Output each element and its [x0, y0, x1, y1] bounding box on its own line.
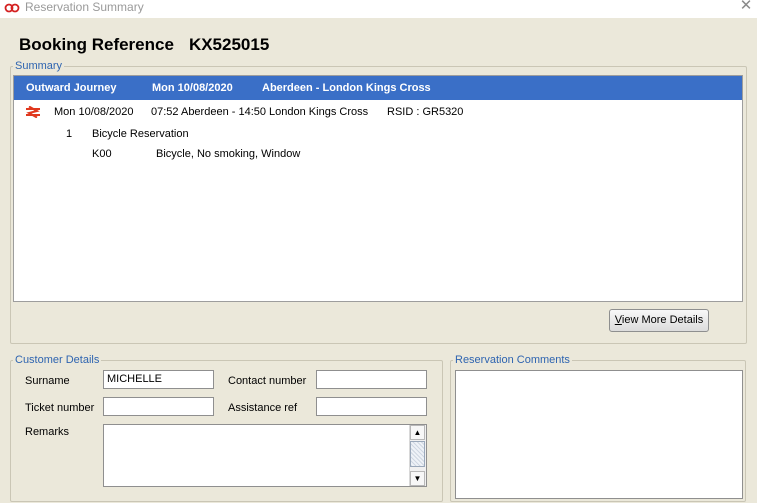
journey-header-row[interactable]: Outward Journey Mon 10/08/2020 Aberdeen … — [14, 76, 742, 100]
scroll-up-arrow-icon[interactable]: ▲ — [410, 425, 425, 440]
contact-number-label: Contact number — [228, 375, 307, 387]
journey-header-date: Mon 10/08/2020 — [152, 82, 233, 94]
view-more-label: iew More Details — [621, 314, 704, 326]
surname-field[interactable]: MICHELLE — [103, 370, 214, 389]
reservation-details: Bicycle, No smoking, Window — [156, 148, 301, 160]
national-rail-icon — [26, 106, 40, 118]
journey-times: 07:52 Aberdeen - 14:50 London Kings Cros… — [151, 106, 369, 118]
title-bar: Reservation Summary ✕ — [0, 0, 757, 18]
booking-reference-label: Booking Reference — [19, 35, 174, 54]
scroll-thumb[interactable] — [410, 441, 425, 467]
reservation-type: Bicycle Reservation — [92, 128, 189, 140]
summary-legend: Summary — [15, 60, 63, 72]
app-logo-icon — [4, 3, 20, 13]
assistance-ref-field[interactable] — [316, 397, 427, 416]
reservation-comments-textarea[interactable] — [455, 370, 743, 499]
journey-type: Outward Journey — [26, 82, 117, 94]
assistance-ref-label: Assistance ref — [228, 402, 298, 414]
view-more-details-button[interactable]: View More Details — [609, 309, 709, 332]
remarks-scrollbar[interactable]: ▲ ▼ — [409, 425, 426, 486]
ticket-number-label: Ticket number — [25, 402, 95, 414]
journey-header-route: Aberdeen - London Kings Cross — [262, 82, 431, 94]
reservation-count: 1 — [66, 128, 73, 140]
customer-details-legend: Customer Details — [15, 354, 100, 366]
view-more-mnemonic: V — [614, 314, 622, 326]
remarks-label: Remarks — [25, 426, 70, 438]
reservation-comments-legend: Reservation Comments — [455, 354, 570, 366]
close-button[interactable]: ✕ — [737, 0, 755, 15]
journey-rsid: RSID : GR5320 — [387, 106, 464, 118]
surname-label: Surname — [25, 375, 70, 387]
contact-number-field[interactable] — [316, 370, 427, 389]
window-title: Reservation Summary — [25, 0, 144, 14]
booking-heading: Booking Reference KX525015 — [19, 35, 269, 55]
ticket-number-field[interactable] — [103, 397, 214, 416]
reservation-code: K00 — [92, 148, 112, 160]
scroll-down-arrow-icon[interactable]: ▼ — [410, 471, 425, 486]
journey-date: Mon 10/08/2020 — [54, 106, 134, 118]
remarks-textarea[interactable]: ▲ ▼ — [103, 424, 427, 487]
summary-list[interactable]: Outward Journey Mon 10/08/2020 Aberdeen … — [13, 75, 743, 302]
booking-reference-value: KX525015 — [188, 35, 270, 54]
